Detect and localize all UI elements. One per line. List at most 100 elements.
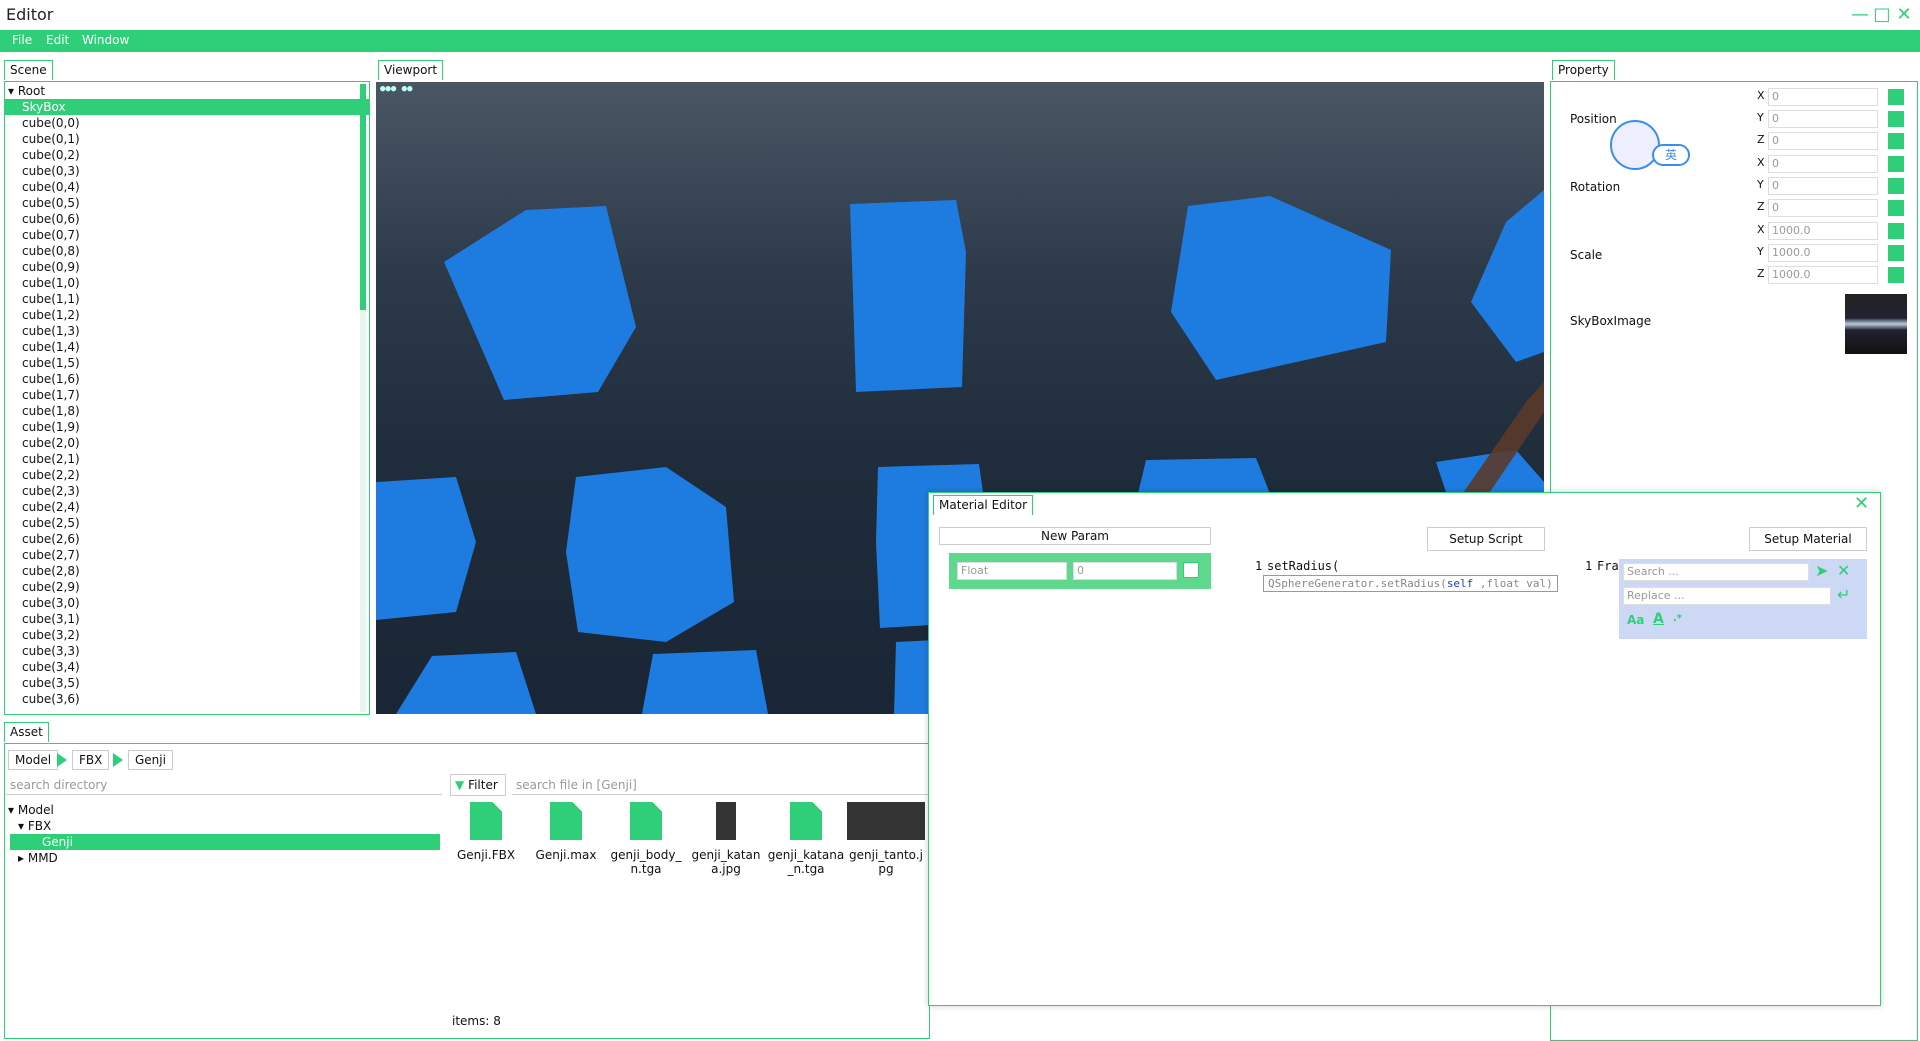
script-editor[interactable]: setRadius( (1267, 559, 1339, 573)
find-next-icon[interactable]: ➤ (1815, 561, 1828, 580)
reset-icon[interactable] (1888, 223, 1904, 239)
tree-item[interactable]: cube(3,6) (4, 691, 369, 707)
reset-icon[interactable] (1888, 156, 1904, 172)
search-directory-input[interactable]: search directory (6, 775, 442, 795)
rotation-input[interactable]: 0 (1768, 199, 1878, 217)
tree-item[interactable]: cube(0,3) (4, 163, 369, 179)
tree-item[interactable]: cube(2,4) (4, 499, 369, 515)
file-item[interactable]: genji_tanto.jpg (846, 802, 926, 902)
tree-item[interactable]: cube(1,3) (4, 323, 369, 339)
file-item[interactable]: genji_katana.jpg (686, 802, 766, 902)
autocomplete-popup[interactable]: QSphereGenerator.setRadius(self ,float v… (1263, 575, 1558, 592)
tree-item[interactable]: cube(3,0) (4, 595, 369, 611)
breadcrumb-model[interactable]: Model (8, 750, 59, 770)
tab-property[interactable]: Property (1552, 60, 1615, 80)
tab-scene[interactable]: Scene (4, 60, 53, 80)
ime-badge[interactable]: 英 (1652, 144, 1690, 166)
filter-button[interactable]: ▼ Filter (450, 774, 506, 796)
rotation-input[interactable]: 0 (1768, 177, 1878, 195)
setup-script-button[interactable]: Setup Script (1427, 527, 1545, 551)
position-input[interactable]: 0 (1768, 110, 1878, 128)
tree-item[interactable]: cube(3,3) (4, 643, 369, 659)
tree-item[interactable]: cube(0,0) (4, 115, 369, 131)
position-input[interactable]: 0 (1768, 88, 1878, 106)
asset-tree-genji[interactable]: Genji (10, 834, 440, 850)
menu-file[interactable]: File (12, 33, 32, 47)
tree-item[interactable]: cube(3,4) (4, 659, 369, 675)
param-type-input[interactable]: Float (957, 562, 1067, 580)
tree-item[interactable]: cube(0,5) (4, 195, 369, 211)
rotation-input[interactable]: 0 (1768, 155, 1878, 173)
scale-input[interactable]: 1000.0 (1768, 222, 1878, 240)
scale-input[interactable]: 1000.0 (1768, 266, 1878, 284)
tree-item[interactable]: cube(1,6) (4, 371, 369, 387)
tree-item[interactable]: cube(2,0) (4, 435, 369, 451)
search-file-input[interactable]: search file in [Genji] (512, 775, 928, 795)
tree-item[interactable]: cube(3,5) (4, 675, 369, 691)
tree-item[interactable]: cube(0,4) (4, 179, 369, 195)
tab-asset[interactable]: Asset (4, 722, 49, 742)
tree-item[interactable]: cube(2,9) (4, 579, 369, 595)
position-input[interactable]: 0 (1768, 132, 1878, 150)
tree-item[interactable]: cube(0,7) (4, 227, 369, 243)
tree-item[interactable]: cube(3,1) (4, 611, 369, 627)
tree-item[interactable]: cube(1,2) (4, 307, 369, 323)
setup-material-button[interactable]: Setup Material (1749, 527, 1867, 551)
close-icon[interactable]: ✕ (1894, 5, 1914, 25)
tree-root[interactable]: ▾ Root (4, 83, 369, 99)
breadcrumb-genji[interactable]: Genji (128, 750, 173, 770)
tree-item[interactable]: cube(1,0) (4, 275, 369, 291)
tree-item[interactable]: cube(2,8) (4, 563, 369, 579)
tree-item[interactable]: cube(0,2) (4, 147, 369, 163)
tree-item[interactable]: cube(1,1) (4, 291, 369, 307)
tree-item[interactable]: cube(0,8) (4, 243, 369, 259)
asset-tree-model[interactable]: ▾ Model (8, 803, 54, 817)
maximize-icon[interactable]: □ (1872, 5, 1892, 25)
skybox-thumbnail[interactable] (1845, 294, 1907, 354)
tree-item[interactable]: cube(1,9) (4, 419, 369, 435)
reset-icon[interactable] (1888, 200, 1904, 216)
tree-item[interactable]: cube(3,2) (4, 627, 369, 643)
reset-icon[interactable] (1888, 89, 1904, 105)
tree-item-skybox[interactable]: SkyBox (4, 99, 369, 115)
file-item[interactable]: Genji.max (526, 802, 606, 902)
param-reset-icon[interactable] (1183, 562, 1199, 578)
minimize-icon[interactable]: — (1850, 5, 1870, 25)
tree-item[interactable]: cube(0,1) (4, 131, 369, 147)
whole-word-icon[interactable]: A (1653, 611, 1664, 627)
scene-scrollbar[interactable] (360, 84, 366, 310)
frag-code[interactable]: Fra (1597, 559, 1619, 573)
tree-item[interactable]: cube(0,6) (4, 211, 369, 227)
file-item[interactable]: Genji.FBX (446, 802, 526, 902)
regex-icon[interactable]: .* (1673, 613, 1682, 624)
material-close-icon[interactable]: ✕ (1854, 493, 1869, 514)
tree-item[interactable]: cube(2,3) (4, 483, 369, 499)
breadcrumb-fbx[interactable]: FBX (72, 750, 110, 770)
tree-item[interactable]: cube(2,6) (4, 531, 369, 547)
menu-window[interactable]: Window (82, 33, 129, 47)
param-value-input[interactable]: 0 (1073, 562, 1177, 580)
asset-tree-fbx[interactable]: ▾ FBX (18, 819, 51, 833)
new-param-button[interactable]: New Param (939, 527, 1211, 545)
tree-item[interactable]: cube(2,2) (4, 467, 369, 483)
replace-icon[interactable]: ↵ (1837, 585, 1850, 604)
reset-icon[interactable] (1888, 267, 1904, 283)
asset-tree-mmd[interactable]: ▸ MMD (18, 851, 58, 865)
scale-input[interactable]: 1000.0 (1768, 244, 1878, 262)
tab-viewport[interactable]: Viewport (378, 60, 444, 80)
reset-icon[interactable] (1888, 111, 1904, 127)
tree-item[interactable]: cube(2,5) (4, 515, 369, 531)
match-case-icon[interactable]: Aa (1627, 613, 1644, 627)
tree-item[interactable]: cube(2,1) (4, 451, 369, 467)
tree-item[interactable]: cube(1,4) (4, 339, 369, 355)
reset-icon[interactable] (1888, 245, 1904, 261)
reset-icon[interactable] (1888, 133, 1904, 149)
find-close-icon[interactable]: ✕ (1837, 561, 1850, 580)
search-input[interactable]: Search ... (1623, 563, 1809, 581)
reset-icon[interactable] (1888, 178, 1904, 194)
tree-item[interactable]: cube(1,5) (4, 355, 369, 371)
tree-item[interactable]: cube(1,8) (4, 403, 369, 419)
file-item[interactable]: genji_body_n.tga (606, 802, 686, 902)
file-item[interactable]: genji_katana_n.tga (766, 802, 846, 902)
replace-input[interactable]: Replace ... (1623, 587, 1831, 605)
